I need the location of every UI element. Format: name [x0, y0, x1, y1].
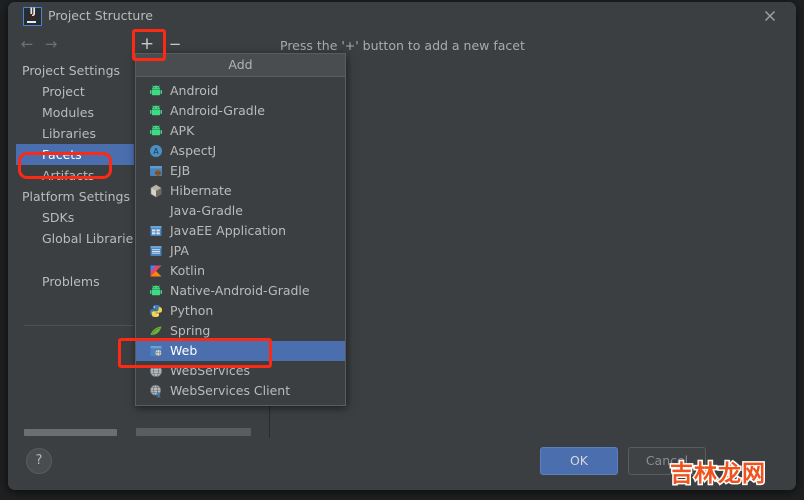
add-menu-item-label: AspectJ — [170, 143, 217, 158]
add-menu-item-label: Native-Android-Gradle — [170, 283, 310, 298]
webservices-icon — [149, 364, 163, 378]
add-menu-item-label: Spring — [170, 323, 211, 338]
android-icon — [149, 84, 163, 98]
tree-divider — [24, 325, 134, 326]
add-menu-item-jpa[interactable]: JPA — [136, 241, 345, 261]
ejb-icon — [149, 164, 163, 178]
jpa-icon — [149, 244, 163, 258]
facet-detail-panel — [270, 60, 796, 438]
add-menu-item-hibernate[interactable]: Hibernate — [136, 181, 345, 201]
add-menu-item-javaee-application[interactable]: JavaEE Application — [136, 221, 345, 241]
add-menu-item-label: Kotlin — [170, 263, 205, 278]
sidebar-item-label: Project Settings — [22, 63, 121, 78]
add-menu-item-label: JPA — [170, 243, 189, 258]
add-menu-item-label: Python — [170, 303, 214, 318]
sidebar-item-label: Facets — [42, 147, 82, 162]
add-menu-item-label: Android — [170, 83, 219, 98]
add-menu-header: Add — [136, 54, 345, 77]
add-menu-item-kotlin[interactable]: Kotlin — [136, 261, 345, 281]
add-menu-item-android[interactable]: Android — [136, 81, 345, 101]
window-title: Project Structure — [48, 8, 153, 23]
add-menu-item-webservices-client[interactable]: WebServices Client — [136, 381, 345, 401]
aspectj-icon: A — [149, 144, 163, 158]
add-menu-item-label: WebServices — [170, 363, 250, 378]
add-menu-item-label: Web — [170, 343, 198, 358]
none-icon — [149, 204, 163, 218]
webservices-client-icon — [149, 384, 163, 398]
add-menu-item-label: APK — [170, 123, 195, 138]
settings-tree-panel: Project Settings Project Modules Libraries F… — [16, 60, 134, 438]
sidebar-item-label: Problems — [42, 274, 100, 289]
javaee-icon — [149, 224, 163, 238]
sidebar-item-project-settings[interactable]: Project Settings — [16, 60, 134, 81]
sidebar-item-label: Platform Settings — [22, 189, 130, 204]
facets-scrollbar-thumb[interactable] — [136, 428, 251, 436]
add-menu-item-apk[interactable]: APK — [136, 121, 345, 141]
intellij-logo-icon: IJ — [23, 7, 42, 26]
add-menu-item-label: JavaEE Application — [170, 223, 287, 238]
sidebar-item-problems[interactable]: Problems — [16, 271, 134, 292]
add-menu-item-label: Hibernate — [170, 183, 232, 198]
android-icon — [149, 104, 163, 118]
add-menu-item-label: Android-Gradle — [170, 103, 265, 118]
sidebar-item-label: Libraries — [42, 126, 96, 141]
sidebar-item-label: Artifacts — [42, 168, 95, 183]
add-menu-list: Android Android-Gradle APK A AspectJ EJB Hiber… — [136, 77, 345, 405]
settings-tree: Project Settings Project Modules Libraries F… — [16, 60, 134, 292]
python-icon — [149, 304, 163, 318]
add-menu-item-native-android-gradle[interactable]: Native-Android-Gradle — [136, 281, 345, 301]
close-icon[interactable] — [762, 8, 778, 24]
sidebar-item-global-librarie[interactable]: Global Librarie — [16, 228, 134, 249]
add-menu-item-label: EJB — [170, 163, 191, 178]
facet-hint-text: Press the '+' button to add a new facet — [280, 38, 525, 53]
project-structure-dialog: IJ Project Structure ← → + − Press the '… — [8, 2, 796, 490]
logo-underline — [26, 21, 36, 23]
add-menu-item-web[interactable]: Web — [136, 341, 345, 361]
add-menu-item-spring[interactable]: Spring — [136, 321, 345, 341]
add-menu-item-android-gradle[interactable]: Android-Gradle — [136, 101, 345, 121]
help-button[interactable]: ? — [26, 448, 52, 474]
ok-button[interactable]: OK — [540, 447, 618, 475]
sidebar-item-modules[interactable]: Modules — [16, 102, 134, 123]
sidebar-item-artifacts[interactable]: Artifacts — [16, 165, 134, 186]
arrow-right-icon[interactable]: → — [42, 36, 60, 54]
toolbar: ← → + − Press the '+' button to add a ne… — [8, 30, 796, 60]
kotlin-icon — [149, 264, 163, 278]
android-icon — [149, 284, 163, 298]
spring-icon — [149, 324, 163, 338]
title-bar: IJ Project Structure — [8, 2, 796, 30]
sidebar-item-sdks[interactable]: SDKs — [16, 207, 134, 228]
sidebar-item-label: Project — [42, 84, 85, 99]
add-menu-item-python[interactable]: Python — [136, 301, 345, 321]
add-menu-item-label: Java-Gradle — [170, 203, 243, 218]
left-scrollbar[interactable] — [16, 428, 134, 438]
web-icon — [149, 344, 163, 358]
logo-text: IJ — [29, 7, 36, 17]
arrow-left-icon[interactable]: ← — [18, 36, 36, 54]
add-menu-item-aspectj[interactable]: A AspectJ — [136, 141, 345, 161]
sidebar-item-facets[interactable]: Facets — [16, 144, 134, 165]
hibernate-icon — [149, 184, 163, 198]
add-menu-item-ejb[interactable]: EJB — [136, 161, 345, 181]
sidebar-item-platform-settings[interactable]: Platform Settings — [16, 186, 134, 207]
sidebar-item-project[interactable]: Project — [16, 81, 134, 102]
sidebar-item-label: SDKs — [42, 210, 75, 225]
add-menu-item-webservices[interactable]: WebServices — [136, 361, 345, 381]
svg-text:A: A — [153, 147, 159, 156]
sidebar-item-label: Modules — [42, 105, 94, 120]
add-facet-menu: Add Android Android-Gradle APK A AspectJ EJB H… — [135, 53, 346, 406]
android-icon — [149, 124, 163, 138]
add-menu-item-java-gradle[interactable]: Java-Gradle — [136, 201, 345, 221]
left-scrollbar-thumb[interactable] — [24, 429, 117, 436]
watermark-text: 吉林龙网 — [669, 460, 767, 489]
add-menu-item-label: WebServices Client — [170, 383, 291, 398]
sidebar-item-libraries[interactable]: Libraries — [16, 123, 134, 144]
sidebar-item-label: Global Librarie — [42, 231, 134, 246]
